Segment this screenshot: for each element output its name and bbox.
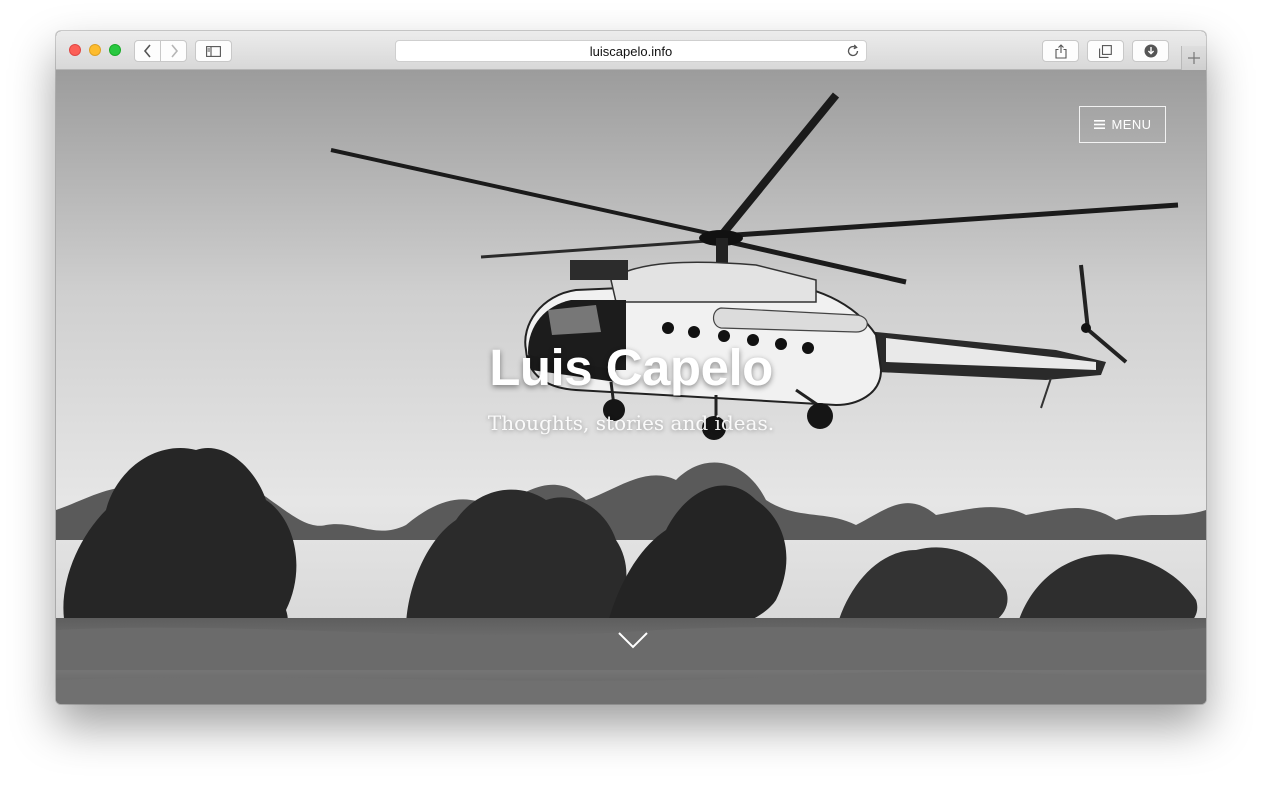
url-text: luiscapelo.info [589,43,673,59]
downloads-button[interactable] [1132,40,1169,62]
zoom-window-button[interactable] [109,44,121,56]
plus-icon [1188,52,1200,64]
share-button[interactable] [1042,40,1079,62]
minimize-window-button[interactable] [89,44,101,56]
new-tab-button[interactable] [1181,46,1206,70]
back-button[interactable] [134,40,161,62]
sidebar-button[interactable] [195,40,232,62]
sidebar-icon [206,45,221,57]
hamburger-icon [1093,120,1105,129]
site-title[interactable]: Luis Capelo [56,338,1206,397]
forward-button[interactable] [160,40,187,62]
page-content: MENU Luis Capelo Thoughts, stories and i… [56,70,1206,704]
browser-toolbar: luiscapelo.info [56,31,1206,70]
close-window-button[interactable] [69,44,81,56]
download-icon [1144,44,1157,58]
reload-icon[interactable] [846,44,860,58]
menu-button[interactable]: MENU [1079,106,1166,143]
chevron-down-icon[interactable] [618,631,648,649]
address-bar[interactable]: luiscapelo.info [395,40,867,62]
browser-window: luiscapelo.info MENU Luis Capelo Thought… [56,31,1206,704]
chevron-right-icon [170,44,178,58]
site-tagline: Thoughts, stories and ideas. [487,411,775,435]
menu-label: MENU [1111,117,1152,132]
tabs-overview-button[interactable] [1087,40,1124,62]
share-icon [1054,43,1067,59]
chevron-left-icon [143,44,151,58]
tabs-overview-icon [1099,44,1112,58]
